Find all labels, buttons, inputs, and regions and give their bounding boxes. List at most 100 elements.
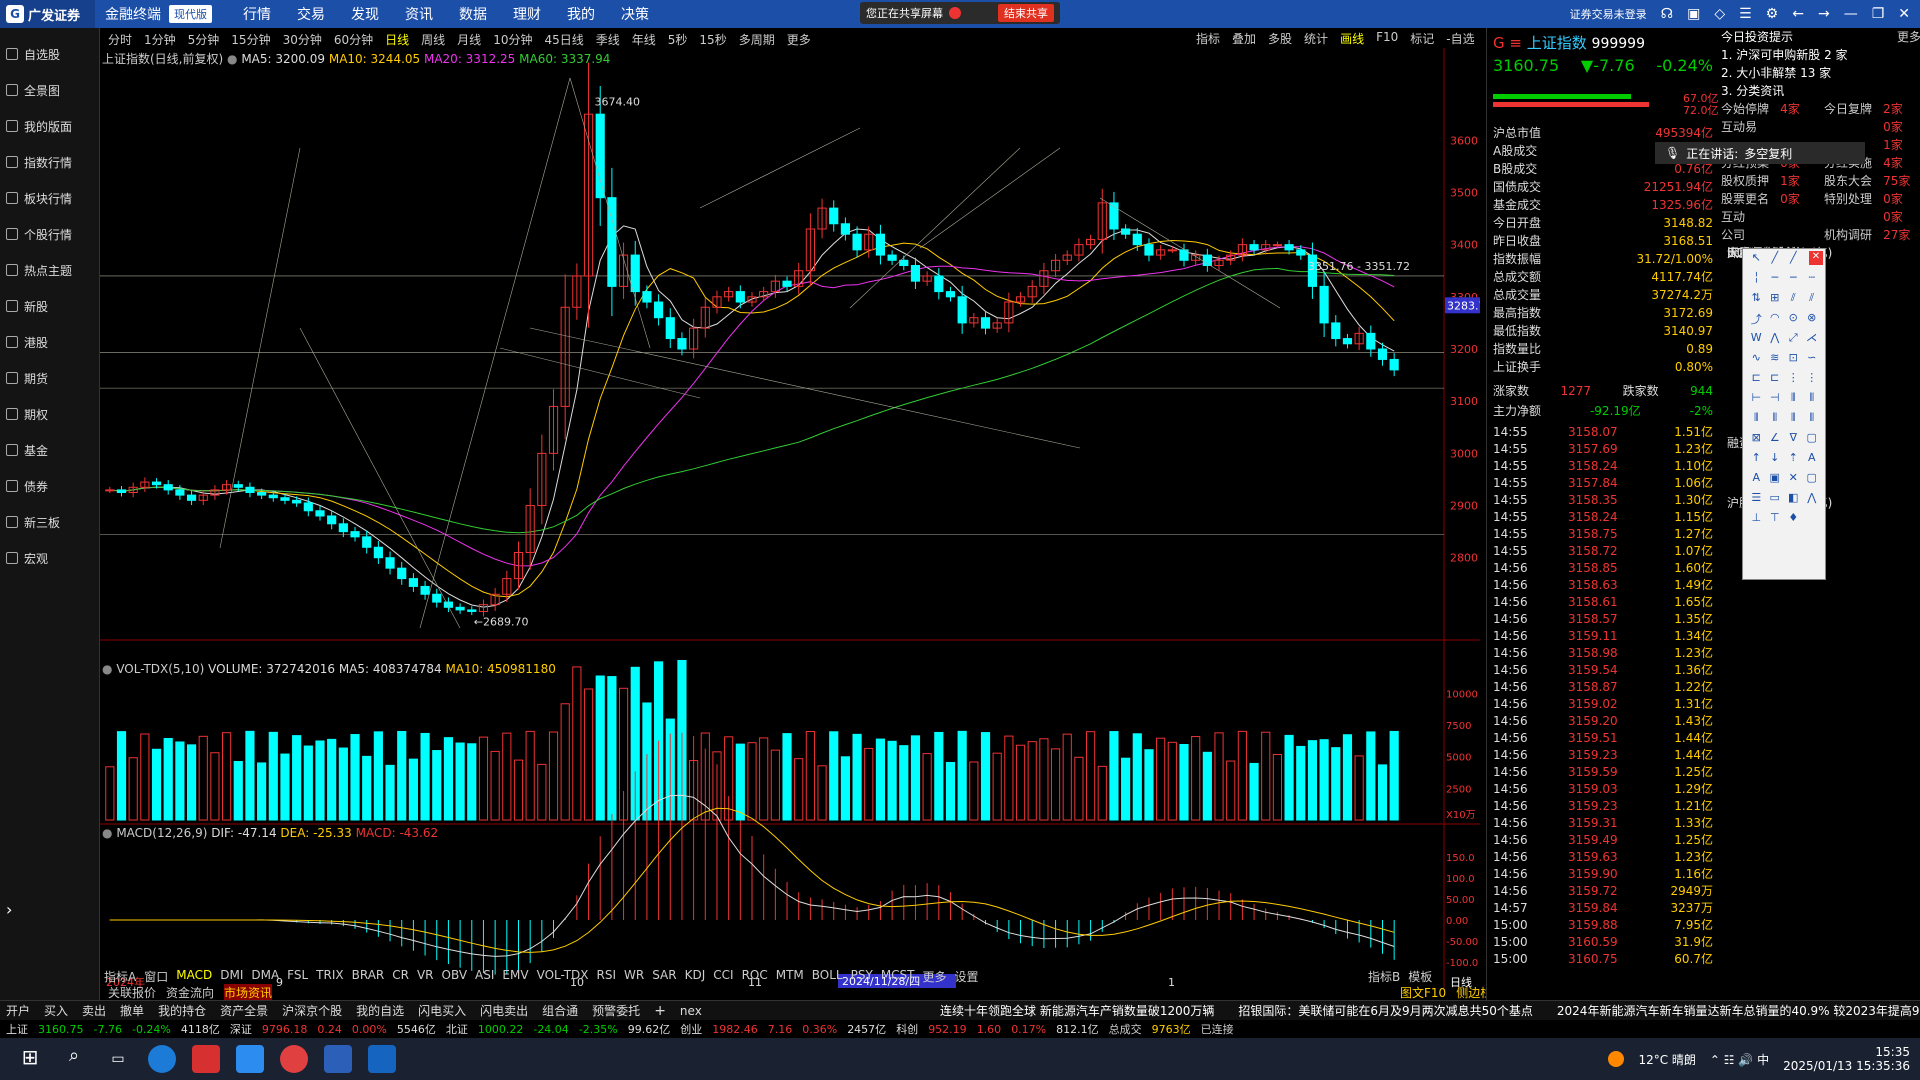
drawing-tool-icon[interactable]: ─	[1768, 271, 1783, 287]
indicator-tab[interactable]: OBV	[442, 968, 468, 985]
headset-icon[interactable]: ☊	[1661, 6, 1673, 22]
indicator-tab[interactable]: ROC	[742, 968, 768, 985]
settings-icon[interactable]: ⚙	[1766, 6, 1779, 22]
task-view-icon[interactable]: ▭	[104, 1045, 132, 1073]
drawing-tool-icon[interactable]: W	[1749, 331, 1764, 347]
edge-icon[interactable]	[148, 1045, 176, 1073]
bottom-action[interactable]: 买入	[44, 1002, 68, 1019]
chart-tool[interactable]: 叠加	[1226, 30, 1262, 47]
drawing-tool-icon[interactable]: ▭	[1768, 491, 1783, 507]
login-status[interactable]: 证券交易未登录	[1570, 6, 1647, 22]
drawing-tool-icon[interactable]: ⇡	[1786, 451, 1801, 467]
drawing-tool-icon[interactable]: ⊗	[1805, 311, 1820, 327]
drawing-tool-icon[interactable]: ⋮	[1786, 371, 1801, 387]
indicator-tab[interactable]: RSI	[597, 968, 617, 985]
drawing-tool-icon[interactable]: ⋀	[1805, 491, 1820, 507]
bottom-action[interactable]: 沪深京个股	[282, 1002, 342, 1019]
chart-tool[interactable]: 统计	[1298, 30, 1334, 47]
drawing-tool-icon[interactable]: ⊤	[1768, 511, 1783, 527]
indicator-tab[interactable]: VOL-TDX	[537, 968, 589, 985]
sidebar-item[interactable]: 港股	[0, 324, 99, 360]
news-item[interactable]: 招银国际：美联储可能在6月及9月两次减息共50个基点	[1238, 1004, 1533, 1018]
sidebar-collapse-icon[interactable]: ›	[6, 900, 12, 919]
minimize-icon[interactable]: —	[1844, 6, 1858, 22]
indicator-tab[interactable]: 指标A	[104, 968, 136, 985]
drawing-tool-icon[interactable]: ⊣	[1768, 391, 1783, 407]
indicator-tab[interactable]: CR	[392, 968, 409, 985]
mode-selector[interactable]: 现代版	[169, 5, 212, 23]
period-tab[interactable]: 月线	[451, 31, 487, 48]
drawing-tool-icon[interactable]: ▢	[1805, 431, 1820, 447]
drawing-tool-icon[interactable]: ⊞	[1768, 291, 1783, 307]
indicator-tab[interactable]: CCI	[713, 968, 733, 985]
drawing-tool-icon[interactable]: ◧	[1786, 491, 1801, 507]
drawing-tool-icon[interactable]: ⊡	[1786, 351, 1801, 367]
drawing-tool-icon[interactable]: ╎	[1749, 271, 1764, 287]
indicator-tab[interactable]: MACD	[176, 968, 212, 985]
drawing-tool-icon[interactable]: A	[1749, 471, 1764, 487]
indicator-tab[interactable]: SAR	[652, 968, 676, 985]
drawing-tool-icon[interactable]: ⦀	[1749, 411, 1764, 427]
sidebar-item[interactable]: 新三板	[0, 504, 99, 540]
sidebar-item[interactable]: 个股行情	[0, 216, 99, 252]
period-tab[interactable]: 更多	[781, 31, 817, 48]
drawing-tool-icon[interactable]: ⋀	[1768, 331, 1783, 347]
bottom-action[interactable]: 我的自选	[356, 1002, 404, 1019]
drawing-tool-icon[interactable]: ▢	[1805, 471, 1820, 487]
indicator-tab[interactable]: BOLL	[812, 968, 843, 985]
indicator-tab[interactable]: DMA	[251, 968, 279, 985]
drawing-tool-icon[interactable]: ⊢	[1749, 391, 1764, 407]
kline-svg[interactable]: 3600350034003300320031003000290028003674…	[100, 48, 1480, 988]
top-menu-item[interactable]: 发现	[338, 4, 392, 24]
top-menu-item[interactable]: 交易	[284, 4, 338, 24]
sidebar-item[interactable]: 我的版面	[0, 108, 99, 144]
drawing-tool-icon[interactable]	[1805, 511, 1820, 527]
top-menu-item[interactable]: 资讯	[392, 4, 446, 24]
back-icon[interactable]: ←	[1792, 6, 1804, 22]
add-icon[interactable]: +	[654, 1003, 666, 1019]
drawing-tool-icon[interactable]: ⤢	[1786, 331, 1801, 347]
indicator-tab[interactable]: TRIX	[316, 968, 343, 985]
indicator-tab[interactable]: 设置	[955, 968, 979, 985]
sidebar-item[interactable]: 新股	[0, 288, 99, 324]
record-icon[interactable]	[949, 7, 961, 19]
search-icon[interactable]: ⌕	[60, 1045, 88, 1073]
bottom-action[interactable]: 预警委托	[592, 1002, 640, 1019]
drawing-tool-icon[interactable]: ∠	[1768, 431, 1783, 447]
top-menu-item[interactable]: 数据	[446, 4, 500, 24]
period-tab[interactable]: 周线	[415, 31, 451, 48]
drawing-tool-icon[interactable]: ⊏	[1768, 371, 1783, 387]
period-tab[interactable]: 1分钟	[138, 31, 182, 48]
app-blue-icon[interactable]	[368, 1045, 396, 1073]
bottom-action[interactable]: 撤单	[120, 1002, 144, 1019]
indicator-tab[interactable]: MCST	[881, 968, 915, 985]
top-menu-item[interactable]: 行情	[230, 4, 284, 24]
drawing-tool-icon[interactable]: ⋮	[1805, 371, 1820, 387]
screen-icon[interactable]: ▣	[1687, 6, 1700, 22]
drawing-tool-icon[interactable]: ✕	[1786, 471, 1801, 487]
indicator-tab[interactable]: EMV	[502, 968, 528, 985]
chart-tool[interactable]: 标记	[1404, 30, 1440, 47]
drawing-tool-icon[interactable]: ∇	[1786, 431, 1801, 447]
chart-tool[interactable]: F10	[1370, 30, 1404, 47]
indicator-tab[interactable]: 更多	[923, 968, 947, 985]
period-tab[interactable]: 年线	[626, 31, 662, 48]
sidebar-item[interactable]: 全景图	[0, 72, 99, 108]
news-item[interactable]: 连续十年领跑全球 新能源汽车产销数量破1200万辆	[940, 1004, 1214, 1018]
indicator-tab[interactable]: 指标B	[1368, 968, 1400, 985]
bottom-action[interactable]: 闪电买入	[418, 1002, 466, 1019]
drawing-tool-icon[interactable]: ◠	[1768, 311, 1783, 327]
sidebar-item[interactable]: 宏观	[0, 540, 99, 576]
sidebar-item[interactable]: 自选股	[0, 36, 99, 72]
drawing-tool-icon[interactable]: ⊠	[1749, 431, 1764, 447]
drawing-tool-icon[interactable]: ─	[1786, 271, 1801, 287]
windows-start-icon[interactable]: ⊞	[16, 1045, 44, 1073]
drawing-tool-icon[interactable]: ⇅	[1749, 291, 1764, 307]
sidebar-item[interactable]: 债券	[0, 468, 99, 504]
drawing-tool-icon[interactable]: ⫽	[1786, 291, 1801, 307]
sidebar-item[interactable]: 期权	[0, 396, 99, 432]
sub-tab[interactable]: 关联报价	[108, 984, 156, 1001]
drawing-tool-icon[interactable]: ⋌	[1805, 331, 1820, 347]
bottom-action[interactable]: 闪电卖出	[480, 1002, 528, 1019]
drawing-tool-icon[interactable]: ⦀	[1786, 411, 1801, 427]
